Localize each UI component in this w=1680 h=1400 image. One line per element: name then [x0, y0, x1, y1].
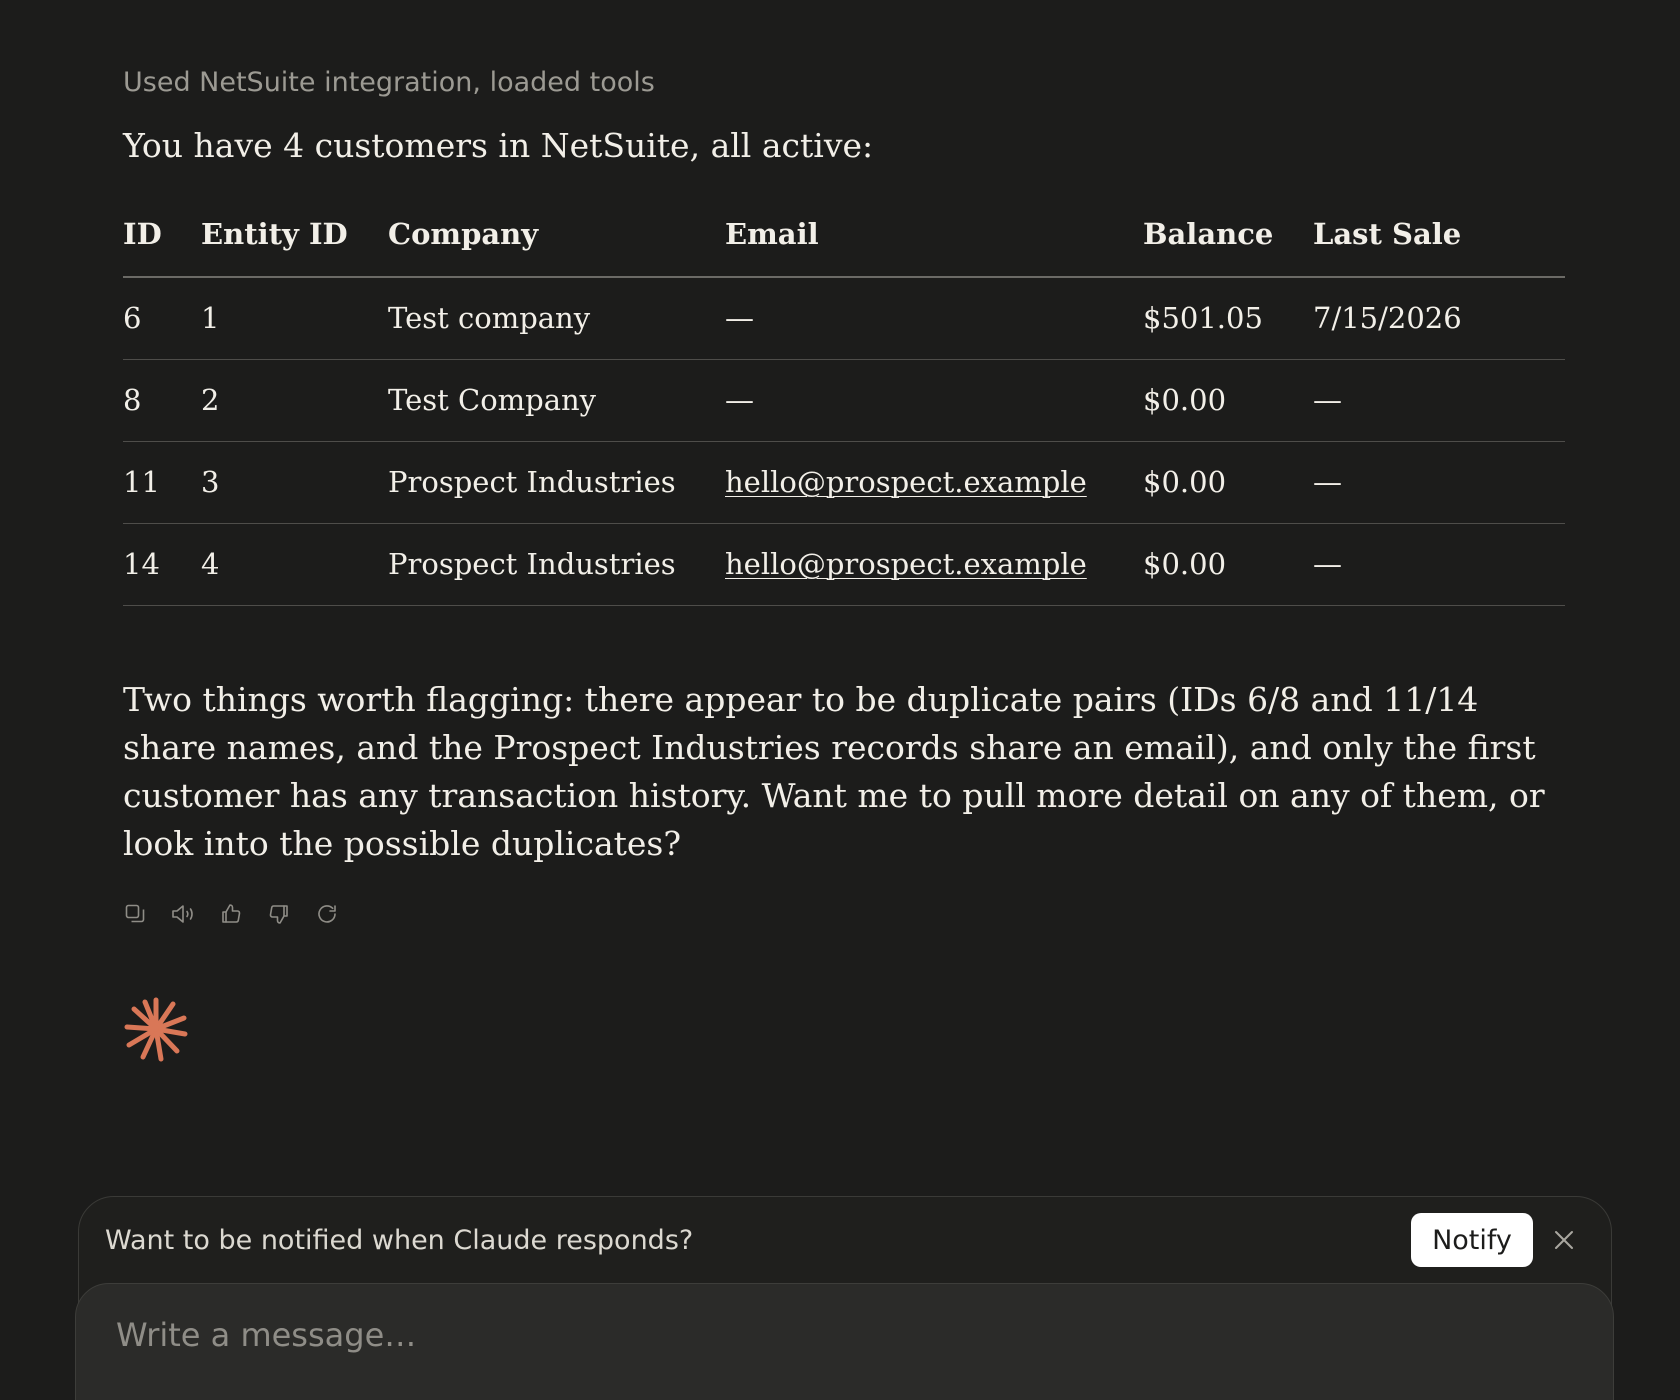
cell-company: Test Company [388, 359, 725, 442]
cell-balance: $0.00 [1143, 523, 1313, 606]
col-header-company: Company [388, 192, 725, 278]
table-header-row: ID Entity ID Company Email Balance Last … [123, 192, 1565, 278]
claude-spark-icon [124, 997, 188, 1062]
message-summary: Two things worth flagging: there appear … [123, 680, 1545, 863]
cell-balance: $0.00 [1143, 441, 1313, 524]
copy-button[interactable] [121, 900, 149, 928]
customers-table: ID Entity ID Company Email Balance Last … [123, 192, 1565, 606]
cell-last-sale: — [1313, 441, 1565, 524]
thumbs-up-icon [222, 904, 241, 923]
cell-email: hello@prospect.example [725, 441, 1143, 524]
col-header-last-sale: Last Sale [1313, 192, 1565, 278]
speaker-icon [172, 905, 193, 923]
thumbs-down-button[interactable] [265, 900, 293, 928]
message-input[interactable] [116, 1310, 1516, 1360]
cell-id: 6 [123, 277, 201, 360]
table-row: 11 3 Prospect Industries hello@prospect.… [123, 441, 1565, 524]
cell-last-sale: — [1313, 523, 1565, 606]
cell-entity-id: 3 [201, 441, 388, 524]
message-intro: You have 4 customers in NetSuite, all ac… [123, 126, 874, 165]
notify-button[interactable]: Notify [1411, 1213, 1533, 1267]
retry-button[interactable] [313, 900, 341, 928]
col-header-balance: Balance [1143, 192, 1313, 278]
message-composer [75, 1283, 1614, 1400]
thumbs-up-button[interactable] [217, 900, 245, 928]
email-link[interactable]: hello@prospect.example [725, 547, 1087, 581]
table-row: 14 4 Prospect Industries hello@prospect.… [123, 523, 1565, 606]
cell-last-sale: — [1313, 359, 1565, 442]
tool-status[interactable]: Used NetSuite integration, loaded tools [123, 67, 655, 98]
message-actions [121, 900, 341, 928]
col-header-entity-id: Entity ID [201, 192, 388, 278]
cell-company: Prospect Industries [388, 523, 725, 606]
retry-icon [318, 905, 336, 923]
cell-entity-id: 4 [201, 523, 388, 606]
table-row: 8 2 Test Company — $0.00 — [123, 359, 1565, 442]
cell-id: 14 [123, 523, 201, 606]
thumbs-down-icon [269, 905, 288, 924]
cell-email: hello@prospect.example [725, 523, 1143, 606]
cell-last-sale: 7/15/2026 [1313, 277, 1565, 360]
cell-email: — [725, 277, 1143, 360]
notification-text: Want to be notified when Claude responds… [105, 1225, 694, 1256]
cell-company: Prospect Industries [388, 441, 725, 524]
read-aloud-button[interactable] [169, 900, 197, 928]
col-header-email: Email [725, 192, 1143, 278]
cell-id: 11 [123, 441, 201, 524]
table-row: 6 1 Test company — $501.05 7/15/2026 [123, 277, 1565, 360]
cell-company: Test company [388, 277, 725, 360]
cell-balance: $0.00 [1143, 359, 1313, 442]
close-icon[interactable] [1551, 1227, 1577, 1253]
cell-email: — [725, 359, 1143, 442]
cell-id: 8 [123, 359, 201, 442]
copy-icon [125, 904, 145, 923]
cell-balance: $501.05 [1143, 277, 1313, 360]
email-link[interactable]: hello@prospect.example [725, 465, 1087, 499]
cell-entity-id: 2 [201, 359, 388, 442]
col-header-id: ID [123, 192, 201, 278]
cell-entity-id: 1 [201, 277, 388, 360]
